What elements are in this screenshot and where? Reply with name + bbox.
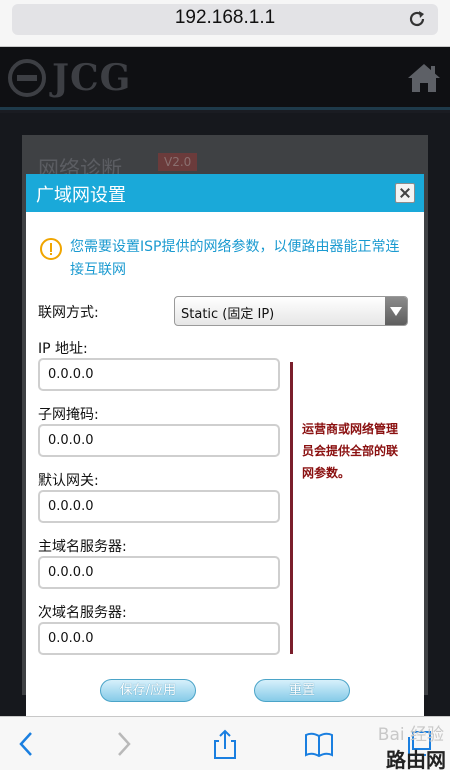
site-header: JCG bbox=[0, 47, 450, 110]
logo-mark-icon bbox=[8, 59, 46, 97]
ip-address-input[interactable]: 0.0.0.0 bbox=[38, 358, 280, 391]
wan-settings-dialog: 广域网设置 您需要设置ISP提供的网络参数，以便路由器能正常连接互联网 联网方式… bbox=[26, 174, 424, 716]
home-icon[interactable] bbox=[406, 61, 442, 95]
dialog-title: 广域网设置 bbox=[36, 185, 126, 206]
annotation-divider bbox=[290, 362, 293, 654]
url-text: 192.168.1.1 bbox=[174, 7, 276, 28]
chevron-down-icon bbox=[385, 297, 407, 325]
default-gateway-input[interactable]: 0.0.0.0 bbox=[38, 490, 280, 523]
dialog-header: 广域网设置 bbox=[26, 174, 424, 212]
connection-type-label: 联网方式: bbox=[38, 305, 99, 321]
warning-icon bbox=[40, 238, 62, 260]
connection-type-select[interactable]: Static (固定 IP) bbox=[174, 296, 408, 326]
connection-type-value: Static (固定 IP) bbox=[181, 307, 275, 322]
secondary-dns-label: 次域名服务器: bbox=[38, 605, 127, 621]
reset-button[interactable]: 重置 bbox=[254, 679, 350, 702]
watermark-text: Bai 经验 bbox=[377, 725, 444, 745]
annotation-note: 运营商或网络管理员会提供全部的联网参数。 bbox=[302, 422, 399, 480]
secondary-dns-input[interactable]: 0.0.0.0 bbox=[38, 622, 280, 655]
bookmarks-icon[interactable] bbox=[304, 729, 334, 759]
browser-address-bar: 192.168.1.1 bbox=[0, 0, 450, 47]
subnet-mask-input[interactable]: 0.0.0.0 bbox=[38, 424, 280, 457]
save-apply-button[interactable]: 保存/应用 bbox=[100, 679, 196, 702]
version-badge: V2.0 bbox=[158, 153, 198, 171]
notice: 您需要设置ISP提供的网络参数，以便路由器能正常连接互联网 bbox=[40, 236, 412, 282]
default-gateway-label: 默认网关: bbox=[38, 473, 99, 489]
brand-name: JCG bbox=[52, 57, 132, 99]
primary-dns-label: 主域名服务器: bbox=[38, 539, 127, 555]
primary-dns-input[interactable]: 0.0.0.0 bbox=[38, 556, 280, 589]
subnet-mask-label: 子网掩码: bbox=[38, 407, 99, 423]
ip-address-label: IP 地址: bbox=[38, 341, 88, 357]
url-field[interactable]: 192.168.1.1 bbox=[12, 4, 438, 35]
brand-logo: JCG bbox=[8, 57, 131, 99]
watermark-site: 路由网 bbox=[386, 748, 446, 770]
back-icon[interactable] bbox=[12, 729, 42, 759]
share-icon[interactable] bbox=[210, 729, 240, 759]
notice-text: 您需要设置ISP提供的网络参数，以便路由器能正常连接互联网 bbox=[70, 239, 400, 278]
forward-icon[interactable] bbox=[108, 729, 138, 759]
close-button[interactable] bbox=[395, 183, 415, 203]
reload-icon[interactable] bbox=[406, 8, 428, 30]
